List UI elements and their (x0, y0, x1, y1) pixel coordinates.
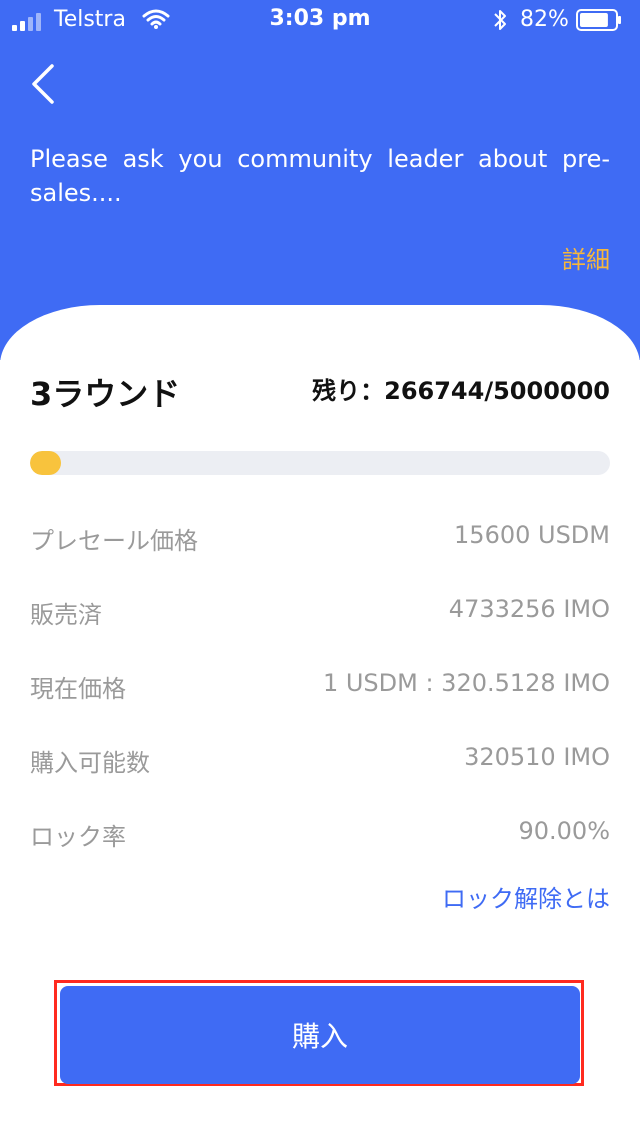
chevron-left-icon (32, 64, 54, 104)
info-value: 4733256 IMO (448, 595, 610, 623)
battery-icon (576, 9, 621, 31)
status-bar: Telstra 3:03 pm 82% (0, 0, 640, 40)
info-row-lock-rate: ロック率 90.00% (30, 817, 610, 857)
back-button[interactable] (24, 58, 68, 110)
buy-button[interactable]: 購入 (60, 986, 580, 1084)
presale-screen: Telstra 3:03 pm 82% Please ask you commu… (0, 0, 640, 1136)
info-row-current-price: 現在価格 1 USDM : 320.5128 IMO (30, 669, 610, 709)
battery-percentage: 82% (520, 7, 569, 32)
info-row-presale-price: プレセール価格 15600 USDM (30, 521, 610, 561)
remaining-count: 残り：266744/5000000 (312, 377, 610, 405)
info-value: 15600 USDM (454, 521, 610, 549)
sale-progress-fill (30, 451, 61, 475)
info-label: プレセール価格 (30, 527, 198, 555)
sale-progress-bar (30, 451, 610, 475)
info-row-purchasable: 購入可能数 320510 IMO (30, 743, 610, 783)
info-row-sold: 販売済 4733256 IMO (30, 595, 610, 635)
presale-notice: Please ask you community leader about pr… (30, 145, 610, 207)
unlock-info-link[interactable]: ロック解除とは (442, 879, 610, 914)
info-value: 320510 IMO (464, 743, 610, 771)
info-label: ロック率 (30, 823, 126, 851)
info-value: 90.00% (518, 817, 610, 845)
round-title: 3ラウンド (30, 375, 181, 413)
info-label: 販売済 (30, 601, 102, 629)
info-label: 現在価格 (30, 675, 126, 703)
bluetooth-icon (494, 10, 506, 30)
details-link[interactable]: 詳細 (562, 240, 610, 275)
info-value: 1 USDM : 320.5128 IMO (322, 669, 610, 697)
info-label: 購入可能数 (30, 749, 150, 777)
